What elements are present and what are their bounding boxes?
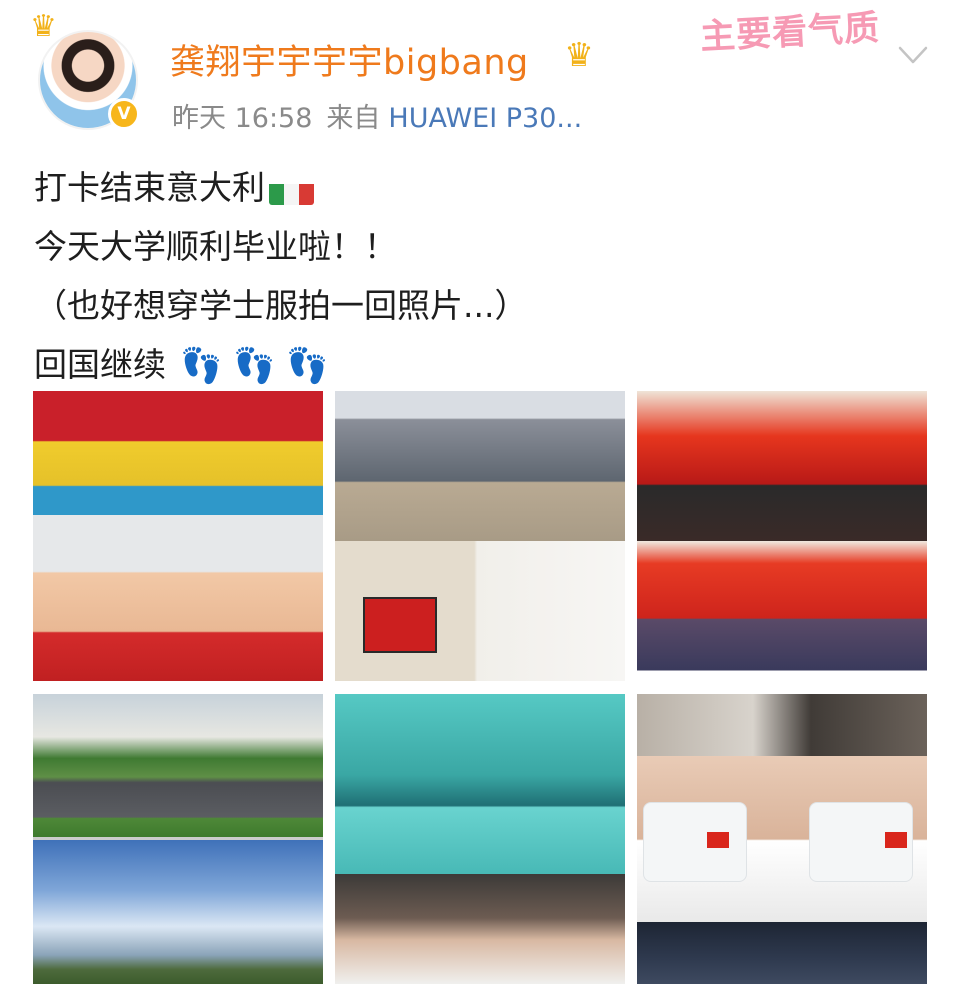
ceremony-stage-photo	[637, 391, 927, 541]
crown-icon: ♛	[30, 9, 57, 44]
post-timestamp: 昨天 16:58	[172, 103, 313, 134]
chevron-down-icon[interactable]	[896, 38, 930, 72]
graduation-ceremony-photo[interactable]	[637, 391, 927, 681]
venue-photo	[335, 391, 625, 541]
weibo-post: ♛ V 龚翔宇宇宇宇bigbang ♛ 昨天 16:58 来自 HUAWEI P30…	[0, 0, 959, 1000]
china-flag-poster	[363, 597, 437, 653]
post-meta: 昨天 16:58 来自 HUAWEI P30...	[172, 96, 582, 135]
verified-badge: V	[108, 98, 140, 130]
member-crown-icon[interactable]: ♛	[558, 34, 600, 76]
team-and-selfie-photo[interactable]	[33, 391, 323, 681]
decoration-sticker: 主要看气质	[699, 8, 882, 58]
source-prefix: 来自	[326, 103, 381, 134]
road-photo	[33, 694, 323, 837]
ceremony-screen-photo	[637, 541, 927, 681]
face-mask	[643, 802, 747, 882]
image-grid	[33, 391, 927, 984]
mirror-photo	[335, 694, 625, 874]
post-line-1: 打卡结束意大利	[34, 158, 914, 217]
china-flag-sticker	[707, 832, 729, 848]
post-content: 打卡结束意大利 今天大学顺利毕业啦！！ （也好想穿学士服拍一回照片...） 回国…	[34, 158, 914, 396]
italy-flag-icon	[269, 174, 314, 205]
plane-photo	[637, 694, 927, 756]
masked-selfie-photo[interactable]	[637, 694, 927, 984]
china-flag-sticker	[885, 832, 907, 848]
mirror-and-elevator-selfie-photo[interactable]	[335, 694, 625, 984]
team-photo	[33, 391, 323, 515]
username[interactable]: 龚翔宇宇宇宇bigbang	[170, 34, 529, 85]
sky-photo	[33, 840, 323, 984]
footprints-icon: 👣 👣 👣	[180, 346, 329, 386]
elevator-selfie-photo	[335, 874, 625, 984]
post-line-4: 回国继续 👣 👣 👣	[34, 335, 914, 396]
post-line-2: 今天大学顺利毕业啦！！	[34, 227, 397, 266]
venue-and-room-photo[interactable]	[335, 391, 625, 681]
landscape-photo[interactable]	[33, 694, 323, 984]
night-photo	[637, 922, 927, 984]
avatar-area[interactable]: ♛ V	[30, 12, 142, 130]
device-source-link[interactable]: HUAWEI P30...	[388, 103, 582, 134]
selfie-photo	[33, 515, 323, 681]
post-line-3: （也好想穿学士服拍一回照片...）	[34, 286, 528, 325]
